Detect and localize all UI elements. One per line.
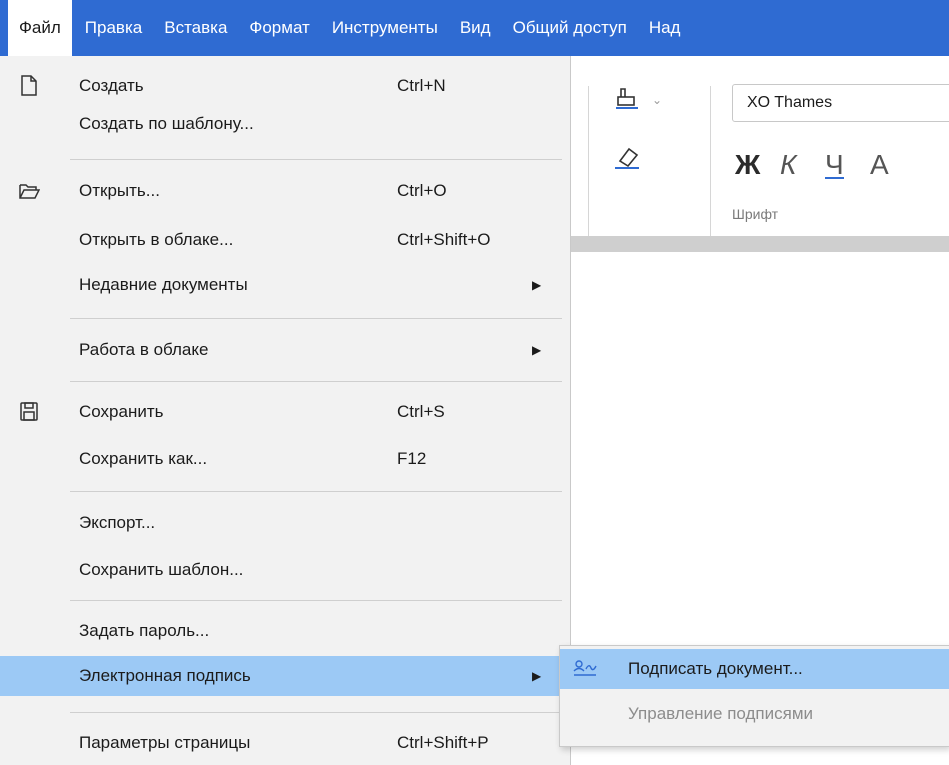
font-color-button[interactable]: А	[870, 149, 889, 181]
submenu-item-sign-document[interactable]: Подписать документ...	[560, 649, 949, 689]
menu-item-set-password[interactable]: Задать пароль...	[0, 613, 570, 649]
menu-edit[interactable]: Правка	[74, 0, 153, 56]
italic-button[interactable]: К	[780, 149, 797, 181]
ribbon-divider	[710, 86, 711, 236]
signature-submenu: Подписать документ... Управление подпися…	[559, 645, 949, 747]
open-folder-icon	[19, 184, 40, 199]
shortcut-label: Ctrl+Shift+O	[397, 230, 491, 249]
menu-item-label: Сохранить	[79, 402, 164, 421]
menu-item-label: Сохранить шаблон...	[79, 560, 244, 579]
menu-item-label: Работа в облаке	[79, 340, 209, 359]
new-document-icon	[21, 75, 37, 96]
format-painter-icon[interactable]	[612, 86, 642, 112]
menu-insert[interactable]: Вставка	[153, 0, 238, 56]
bold-button[interactable]: Ж	[735, 149, 760, 181]
underline-button[interactable]: Ч	[825, 149, 844, 181]
submenu-item-label: Подписать документ...	[628, 659, 803, 678]
menu-format[interactable]: Формат	[238, 0, 320, 56]
menu-separator	[70, 712, 562, 713]
shortcut-label: Ctrl+O	[397, 181, 447, 200]
shortcut-label: Ctrl+S	[397, 402, 445, 421]
menu-item-label: Электронная подпись	[79, 666, 251, 685]
ribbon: ⌄ XO Thames Ж К Ч А Шрифт	[570, 56, 949, 236]
menu-sharing[interactable]: Общий доступ	[502, 0, 638, 56]
menu-separator	[70, 318, 562, 319]
menu-item-label: Открыть в облаке...	[79, 230, 234, 249]
menu-item-save-template[interactable]: Сохранить шаблон...	[0, 552, 570, 588]
menu-item-label: Недавние документы	[79, 275, 248, 294]
menu-tools[interactable]: Инструменты	[321, 0, 449, 56]
menu-item-label: Сохранить как...	[79, 449, 208, 468]
menu-item-save-as[interactable]: Сохранить как... F12	[0, 441, 570, 477]
signature-icon	[573, 660, 597, 676]
menu-item-new[interactable]: Создать Ctrl+N	[0, 68, 570, 104]
submenu-arrow-icon: ▶	[532, 278, 542, 292]
shortcut-label: F12	[397, 449, 427, 468]
menu-separator	[70, 381, 562, 382]
menu-item-label: Создать по шаблону...	[79, 114, 254, 133]
menu-item-label: Задать пароль...	[79, 621, 210, 640]
menu-item-open-cloud[interactable]: Открыть в облаке... Ctrl+Shift+O	[0, 222, 570, 258]
menu-item-cloud-work[interactable]: Работа в облаке ▶	[0, 332, 570, 368]
font-group-label: Шрифт	[732, 206, 779, 222]
menu-item-export[interactable]: Экспорт...	[0, 505, 570, 541]
menu-item-save[interactable]: Сохранить Ctrl+S	[0, 394, 570, 430]
file-menu: Создать Ctrl+N Создать по шаблону... Отк…	[0, 56, 571, 765]
submenu-arrow-icon: ▶	[532, 343, 542, 357]
save-icon	[20, 402, 38, 421]
menu-item-label: Создать	[79, 76, 144, 95]
menu-separator	[70, 491, 562, 492]
shortcut-label: Ctrl+Shift+P	[397, 733, 489, 752]
menu-item-digital-signature[interactable]: Электронная подпись ▶	[0, 656, 570, 696]
menu-separator	[70, 600, 562, 601]
menu-item-label: Экспорт...	[79, 513, 156, 532]
menu-more[interactable]: Над	[638, 0, 692, 56]
menu-file[interactable]: Файл	[8, 0, 72, 56]
menu-view[interactable]: Вид	[449, 0, 502, 56]
menu-bar: Файл Правка Вставка Формат Инструменты В…	[0, 0, 949, 56]
ruler-strip	[570, 236, 949, 252]
menu-item-open[interactable]: Открыть... Ctrl+O	[0, 173, 570, 209]
submenu-arrow-icon: ▶	[532, 669, 542, 683]
font-name-field[interactable]: XO Thames	[732, 84, 949, 122]
submenu-item-label: Управление подписями	[628, 704, 814, 723]
clear-format-icon[interactable]	[612, 144, 642, 170]
menu-item-new-from-template[interactable]: Создать по шаблону...	[0, 106, 570, 142]
submenu-item-manage-signatures: Управление подписями	[560, 696, 949, 732]
chevron-down-icon[interactable]: ⌄	[652, 93, 662, 107]
menu-item-label: Параметры страницы	[79, 733, 251, 752]
menu-item-page-setup[interactable]: Параметры страницы Ctrl+Shift+P	[0, 725, 570, 761]
menu-item-label: Открыть...	[79, 181, 160, 200]
menu-separator	[70, 159, 562, 160]
ribbon-divider	[588, 86, 589, 236]
menu-item-recent[interactable]: Недавние документы ▶	[0, 267, 570, 303]
shortcut-label: Ctrl+N	[397, 76, 446, 95]
